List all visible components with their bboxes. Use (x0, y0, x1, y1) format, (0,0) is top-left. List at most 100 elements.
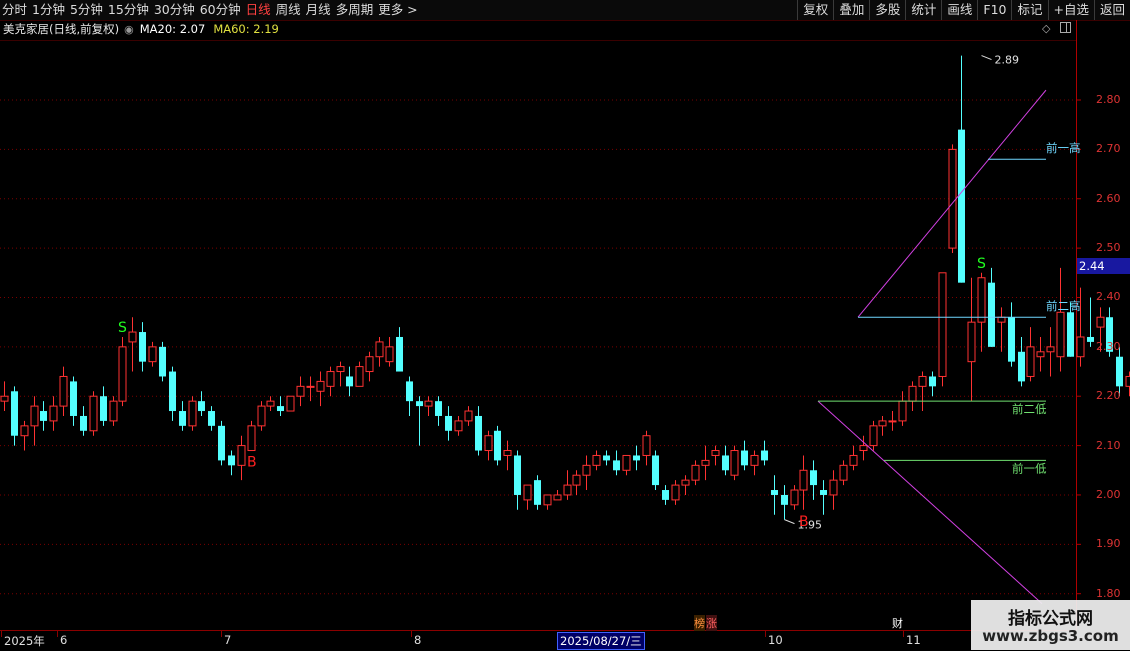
candle-body (198, 401, 205, 412)
candle-body (878, 420, 887, 427)
candle-body (109, 400, 118, 422)
candle-body (80, 415, 87, 431)
candle-body (849, 454, 858, 466)
sell-signal: S (977, 256, 986, 272)
level-label: 前二低 (1012, 402, 1047, 416)
candle-body (820, 490, 827, 495)
candle-body (346, 376, 353, 387)
candle-body (454, 420, 463, 432)
candle-body (1076, 336, 1085, 358)
candle-body (898, 400, 907, 422)
axis-label: 1.80 (1096, 586, 1121, 600)
candle-body (375, 341, 384, 358)
candle-body (464, 410, 473, 422)
candle-body (1036, 351, 1045, 358)
candle-body (435, 401, 442, 416)
axis-label: 2.80 (1096, 93, 1121, 106)
buy-signal: B (247, 455, 257, 471)
candle-body (396, 336, 403, 372)
date-tick (411, 631, 412, 637)
sell-signal: S (118, 320, 127, 336)
candle-body (100, 396, 107, 421)
axis-label: 2.50 (1096, 241, 1121, 255)
candle-body (622, 454, 631, 471)
event-badge-cai[interactable]: 财 (892, 615, 903, 631)
candle-body (958, 129, 965, 283)
candle-body (642, 435, 651, 456)
date-label: 6 (60, 633, 68, 647)
candle-body (484, 435, 493, 452)
candle-body (997, 316, 1006, 323)
date-tick (765, 631, 766, 637)
axis-label: 2.60 (1096, 191, 1121, 205)
axis-label: 2.70 (1096, 142, 1121, 156)
candle-body (1056, 311, 1065, 358)
candle-body (859, 445, 868, 452)
candle-body (424, 400, 433, 407)
candle-body (592, 454, 601, 466)
candle-body (416, 401, 423, 407)
axis-label: 1.90 (1096, 537, 1121, 551)
candle-body (839, 464, 848, 481)
candle-body (750, 454, 759, 466)
candle-body (266, 400, 275, 407)
candle-body (908, 385, 917, 402)
axis-label: 2.30 (1096, 339, 1121, 353)
candle-body (929, 376, 936, 387)
date-label: 11 (906, 633, 921, 647)
candle-body (761, 450, 768, 461)
candle-body (572, 474, 581, 486)
candle-body (722, 455, 729, 471)
date-label: 8 (414, 633, 422, 647)
candle-body (543, 494, 552, 506)
axis-label: 2.10 (1096, 438, 1121, 452)
candle-body (257, 405, 266, 427)
candle-body (662, 490, 669, 500)
candle-body (237, 445, 246, 466)
watermark: 指标公式网 www.zbgs3.com (971, 600, 1130, 650)
current-price-tag: 2.44 (1077, 258, 1130, 274)
candle-body (385, 346, 394, 363)
candle-body (159, 346, 166, 377)
candle-body (582, 464, 591, 476)
date-tick (1, 631, 2, 637)
candle-body (365, 356, 374, 373)
candle-body (503, 450, 512, 456)
axis-label: 2.00 (1096, 487, 1121, 501)
candle-body (810, 470, 817, 486)
candle-body (306, 385, 315, 388)
event-badge-zhang[interactable]: 涨 (706, 615, 717, 631)
candlestick-chart[interactable]: 前一高前二高前二低前一低2.891.95SBBS (0, 0, 1130, 650)
candle-body (70, 381, 77, 416)
candle-body (523, 484, 532, 501)
candle-body (603, 455, 610, 461)
candle-body (652, 455, 659, 486)
candle-body (179, 411, 186, 426)
candle-body (1125, 375, 1130, 387)
candle-body (869, 425, 878, 447)
candle-body (316, 380, 325, 392)
candle-body (691, 464, 700, 481)
candle-body (286, 395, 295, 412)
candle-body (977, 277, 986, 323)
candle-body (128, 331, 137, 343)
candle-body (1067, 312, 1074, 357)
candle-body (771, 490, 778, 495)
candle-body (59, 375, 68, 407)
candle-body (89, 395, 98, 432)
candle-body (277, 406, 284, 412)
candle-body (799, 469, 808, 491)
candle-body (148, 346, 157, 363)
lower-trend-line (817, 400, 1043, 604)
candle-body (967, 321, 976, 363)
candle-body (1116, 356, 1123, 387)
candle-body (613, 460, 620, 471)
candle-body (633, 455, 640, 461)
candle-body (336, 366, 345, 373)
candle-body (553, 494, 562, 501)
candle-body (139, 332, 146, 362)
level-label: 前一高 (1046, 141, 1081, 155)
event-badge-bang[interactable]: 榜 (694, 615, 705, 631)
candle-body (681, 479, 690, 486)
candle-body (355, 366, 364, 387)
